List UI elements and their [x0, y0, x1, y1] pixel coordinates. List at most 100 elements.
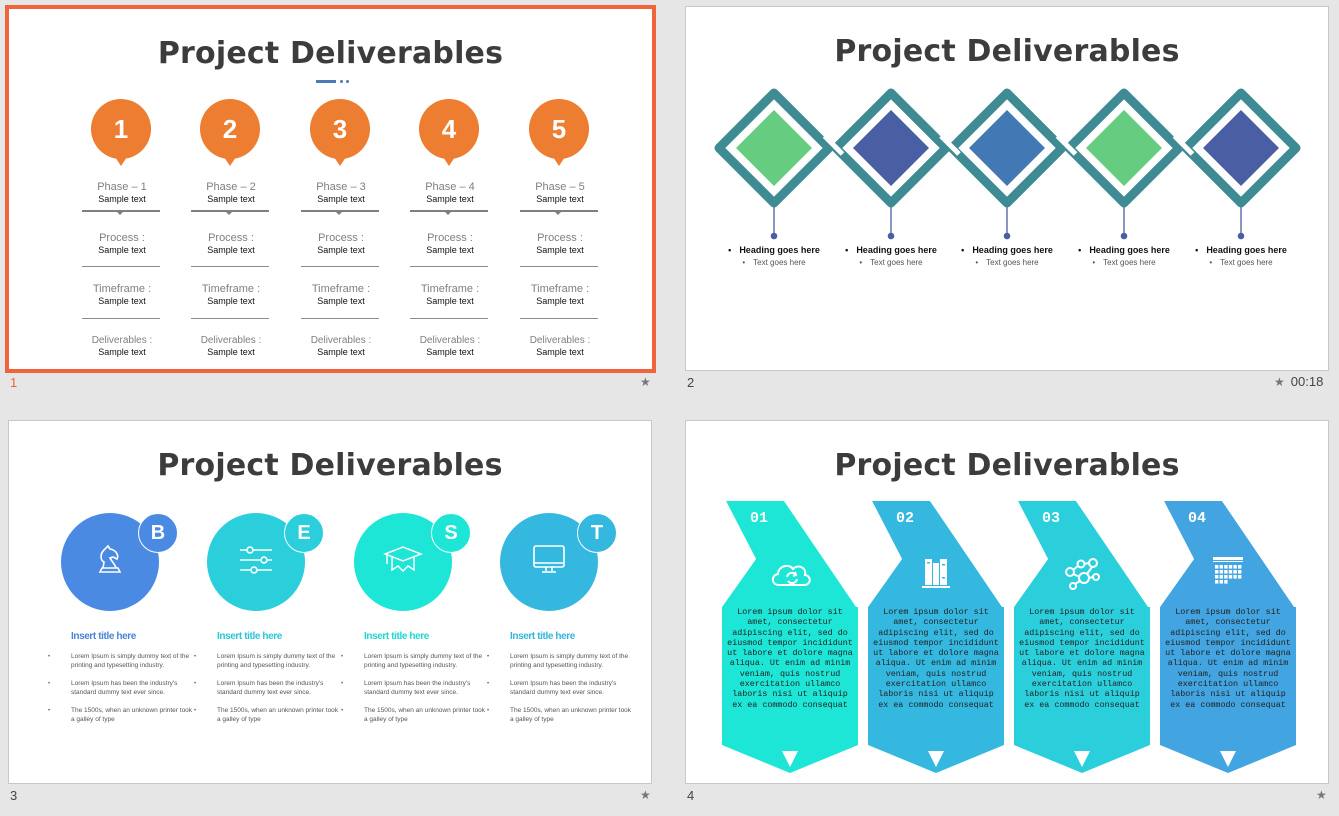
item-heading: • Heading goes here — [957, 244, 1057, 257]
deliverables-text: Sample text — [98, 347, 146, 357]
diamond-item: • Heading goes here • Text goes here — [841, 244, 941, 268]
slide-thumbnail-2[interactable]: Project Deliverables • Heading goes here •… — [685, 6, 1329, 371]
bullet-list: Lorem Ipsum is simply dummy text of the … — [485, 653, 635, 734]
connector-dot — [770, 232, 778, 240]
item-text: • Text goes here — [1074, 257, 1174, 268]
process-label: Process : — [318, 232, 364, 244]
phase-text: Sample text — [536, 194, 584, 204]
process-label: Process : — [99, 232, 145, 244]
divider — [410, 210, 488, 215]
divider — [301, 318, 379, 319]
phase-text: Sample text — [426, 194, 474, 204]
connector-dot — [1120, 232, 1128, 240]
process-label: Process : — [537, 232, 583, 244]
slide-title: Project Deliverables — [834, 448, 1180, 483]
step-number: 03 — [1042, 510, 1061, 527]
animation-star-icon[interactable]: ★ — [1316, 788, 1327, 802]
diamond-item: • Heading goes here • Text goes here — [1074, 244, 1174, 268]
bullet-item: The 1500s, when an unknown printer took … — [46, 707, 196, 724]
feature-title: Insert title here — [71, 631, 136, 642]
phase-label: Phase – 4 — [425, 181, 475, 193]
deliverables-text: Sample text — [426, 347, 474, 357]
process-text: Sample text — [317, 245, 365, 255]
divider — [191, 318, 269, 319]
title-dot — [340, 80, 343, 83]
deliverables-label: Deliverables : — [91, 335, 153, 346]
step-text: Lorem ipsum dolor sit amet, consectetur … — [727, 607, 853, 710]
diamond-frame — [1064, 88, 1184, 240]
body-text: Text goes here — [1220, 258, 1273, 267]
divider — [410, 266, 488, 267]
network-icon — [1057, 553, 1107, 593]
item-heading: • Heading goes here — [1074, 244, 1174, 257]
monitor-icon — [529, 540, 569, 585]
bullet-icon: • — [1209, 258, 1213, 267]
heading-text: Heading goes here — [1206, 245, 1287, 255]
chess-knight-icon — [90, 540, 130, 585]
diamond-item: • Heading goes here • Text goes here — [724, 244, 824, 268]
connector-dot — [1003, 232, 1011, 240]
heading-text: Heading goes here — [856, 245, 937, 255]
phase-number-pin: 1 — [91, 99, 151, 166]
deliverables-text: Sample text — [207, 347, 255, 357]
graduation-cap-icon — [382, 540, 424, 585]
timeframe-label: Timeframe : — [311, 283, 371, 295]
deliverables-label: Deliverables : — [529, 335, 591, 346]
divider — [520, 318, 598, 319]
slide-meta: ★ — [640, 375, 651, 389]
bullet-item: Lorem Ipsum has been the industry's stan… — [46, 680, 196, 697]
phase-number-pin: 2 — [200, 99, 260, 166]
item-heading: • Heading goes here — [1191, 244, 1291, 257]
diamond-frame — [947, 88, 1067, 240]
heading-text: Heading goes here — [739, 245, 820, 255]
slide-meta: ★ 00:18 — [1274, 374, 1323, 389]
phase-text: Sample text — [207, 194, 255, 204]
phase-text: Sample text — [317, 194, 365, 204]
process-label: Process : — [427, 232, 473, 244]
connector-dot — [1237, 232, 1245, 240]
animation-star-icon[interactable]: ★ — [640, 788, 651, 802]
item-heading: • Heading goes here — [841, 244, 941, 257]
slide-sorter: Project Deliverables 1 Phase – 1 Sample te… — [0, 0, 1339, 816]
bullet-item: Lorem Ipsum is simply dummy text of the … — [485, 653, 635, 670]
cloud-sync-icon — [765, 553, 815, 593]
feature-title: Insert title here — [510, 631, 575, 642]
diamond-frame — [1181, 88, 1301, 240]
item-text: • Text goes here — [724, 257, 824, 268]
deliverables-text: Sample text — [536, 347, 584, 357]
slide-thumbnail-1[interactable]: Project Deliverables 1 Phase – 1 Sample te… — [5, 5, 656, 373]
item-heading: • Heading goes here — [724, 244, 824, 257]
slide-thumbnail-4[interactable]: Project Deliverables 01 Lorem ipsum dolor… — [685, 420, 1329, 784]
process-label: Process : — [208, 232, 254, 244]
slide-thumbnail-3[interactable]: Project Deliverables B Insert title here L… — [8, 420, 652, 784]
feature-title: Insert title here — [217, 631, 282, 642]
bullet-icon: • — [859, 258, 863, 267]
letter-badge: B — [138, 513, 178, 553]
phase-label: Phase – 2 — [206, 181, 256, 193]
heading-text: Heading goes here — [1089, 245, 1170, 255]
process-text: Sample text — [207, 245, 255, 255]
timeframe-text: Sample text — [426, 296, 474, 306]
bullet-list: Lorem Ipsum is simply dummy text of the … — [192, 653, 342, 734]
step-card: 01 Lorem ipsum dolor sit amet, consectetu… — [722, 501, 858, 773]
animation-star-icon[interactable]: ★ — [640, 375, 651, 389]
slide-number: 3 — [10, 788, 18, 803]
bullet-item: The 1500s, when an unknown printer took … — [339, 707, 489, 724]
slide-number: 4 — [687, 788, 695, 803]
divider — [410, 318, 488, 319]
bullet-item: Lorem Ipsum has been the industry's stan… — [485, 680, 635, 697]
bullet-item: Lorem Ipsum is simply dummy text of the … — [46, 653, 196, 670]
divider — [191, 210, 269, 215]
diamond-item: • Heading goes here • Text goes here — [1191, 244, 1291, 268]
slide-meta: ★ — [1316, 788, 1327, 802]
process-text: Sample text — [426, 245, 474, 255]
animation-star-icon[interactable]: ★ — [1274, 375, 1285, 389]
bullet-item: Lorem Ipsum has been the industry's stan… — [339, 680, 489, 697]
divider — [82, 318, 160, 319]
diamond-frame — [714, 88, 834, 240]
phase-number-pin: 5 — [529, 99, 589, 166]
phase-number-pin: 3 — [310, 99, 370, 166]
diamond-item: • Heading goes here • Text goes here — [957, 244, 1057, 268]
deliverables-text: Sample text — [317, 347, 365, 357]
bullet-item: The 1500s, when an unknown printer took … — [192, 707, 342, 724]
